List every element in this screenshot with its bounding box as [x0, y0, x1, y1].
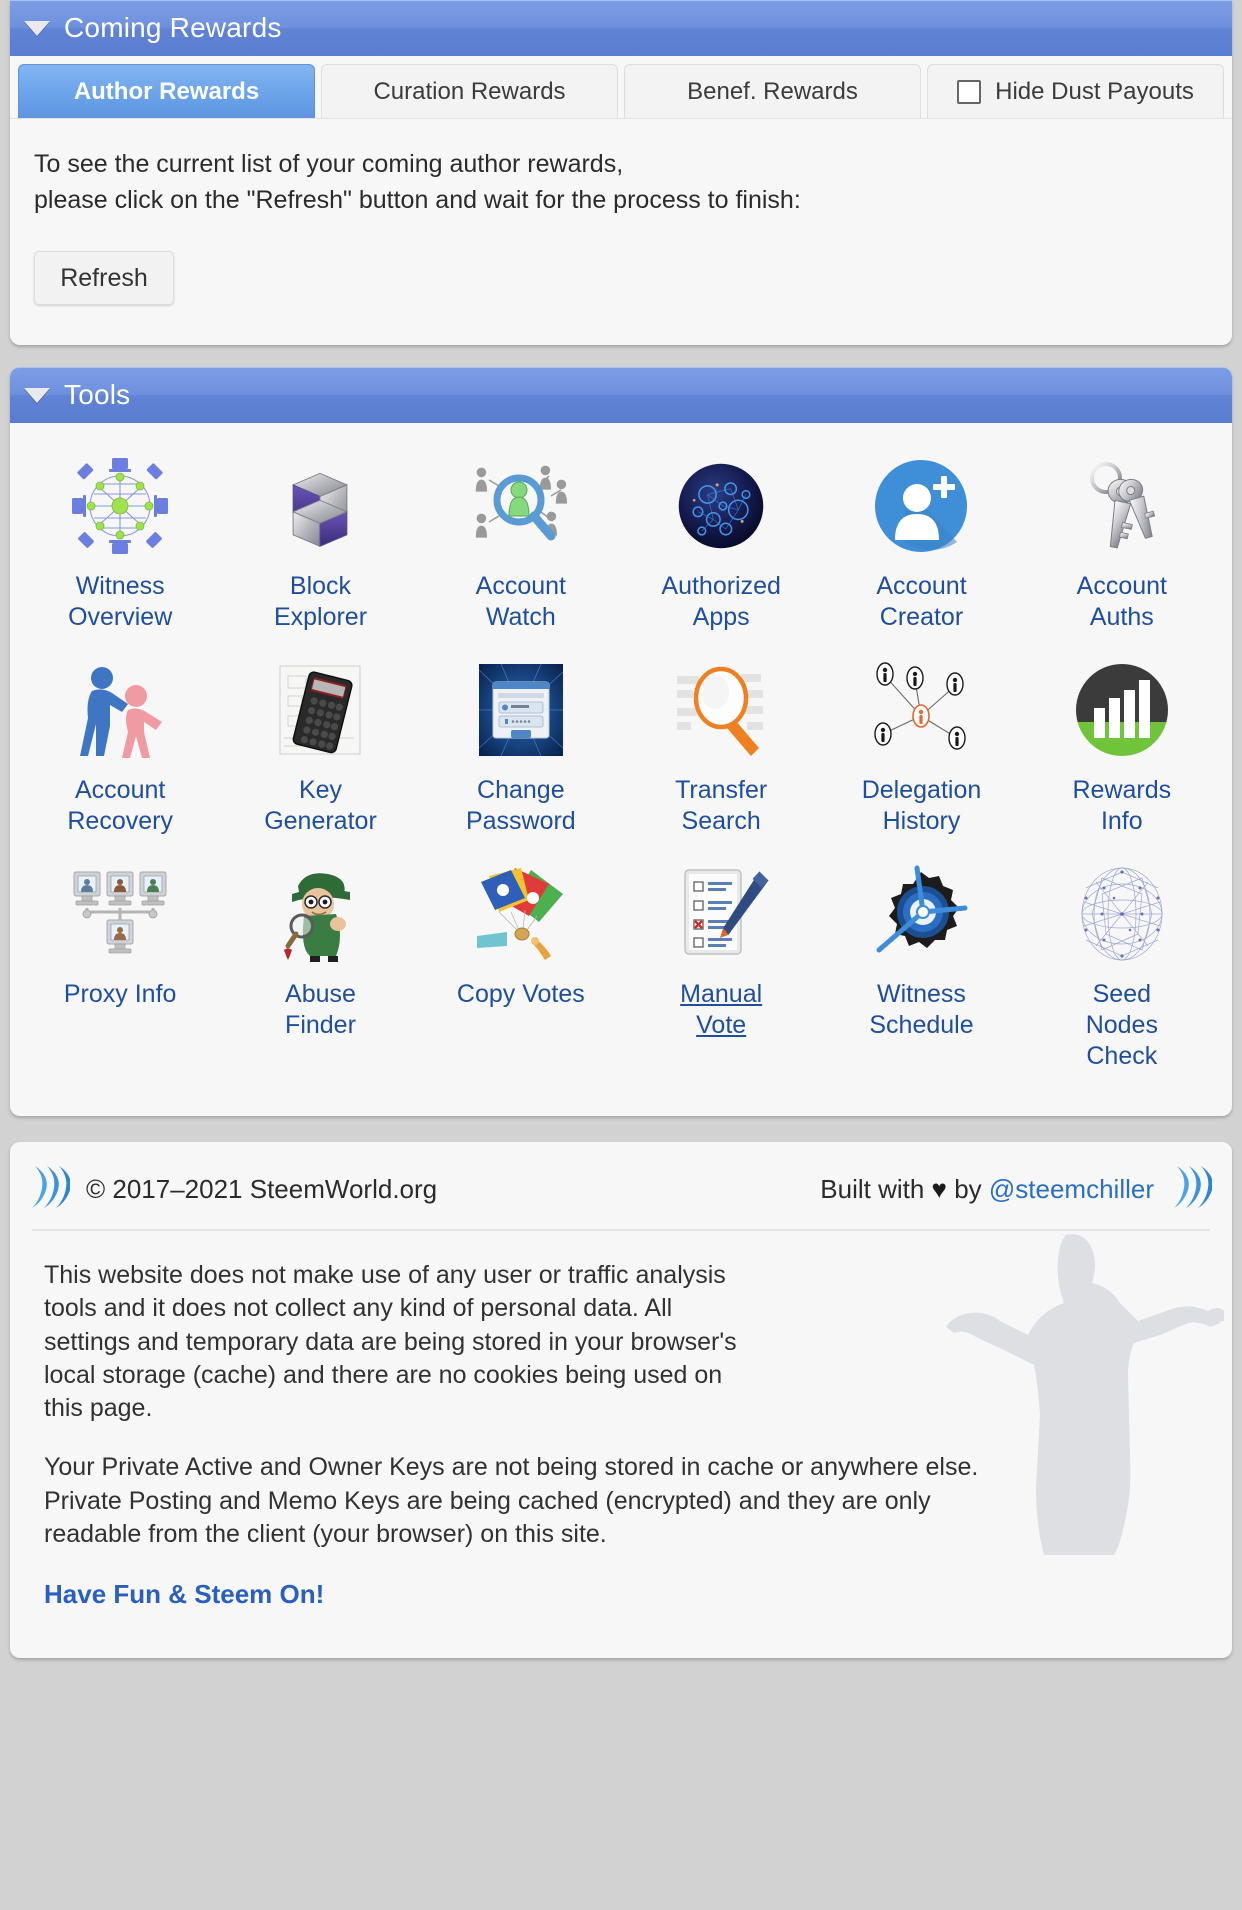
copyright-text: © 2017–2021 SteemWorld.org	[86, 1174, 438, 1204]
tools-header[interactable]: Tools	[10, 367, 1232, 423]
heart-icon: ♥	[931, 1174, 947, 1204]
tool-account-auths[interactable]: Account Auths	[1022, 449, 1222, 641]
sign-off-text: Have Fun & Steem On!	[44, 1579, 325, 1609]
tool-label: Proxy Info	[63, 980, 177, 1008]
tool-label: Block Explorer	[273, 572, 368, 631]
built-with-text: Built with ♥ by @steemchiller	[820, 1174, 1154, 1205]
tool-label: Account Auths	[1076, 572, 1167, 631]
built-mid: by	[946, 1174, 989, 1204]
tool-account-watch[interactable]: Account Watch	[421, 449, 621, 641]
footer-panel: © 2017–2021 SteemWorld.org Built with ♥ …	[10, 1142, 1232, 1658]
steem-logo-icon	[30, 1164, 71, 1215]
calculator-icon	[267, 657, 373, 763]
magnifier-docs-icon	[668, 657, 774, 763]
tab-author-rewards[interactable]: Author Rewards	[18, 64, 315, 118]
tool-label: Abuse Finder	[285, 980, 356, 1039]
keys-icon	[1069, 453, 1175, 559]
tab-hide-dust-payouts[interactable]: Hide Dust Payouts	[927, 64, 1224, 118]
tool-label: Key Generator	[264, 776, 377, 835]
blocks-cube-icon	[267, 453, 373, 559]
tool-copy-votes[interactable]: Copy Votes	[421, 857, 621, 1080]
rewards-tabbar: Author Rewards Curation Rewards Benef. R…	[10, 56, 1232, 118]
tab-hide-dust-payouts-label: Hide Dust Payouts	[995, 77, 1194, 105]
tool-label: Account Recovery	[67, 776, 173, 835]
tool-witness-schedule[interactable]: Witness Schedule	[821, 857, 1021, 1080]
tab-curation-rewards[interactable]: Curation Rewards	[321, 64, 618, 118]
helping-hands-icon	[67, 657, 173, 763]
network-mesh-icon	[67, 453, 173, 559]
bar-chart-circle-icon	[1069, 657, 1175, 763]
tool-proxy-info[interactable]: Proxy Info	[20, 857, 220, 1080]
tab-benef-rewards[interactable]: Benef. Rewards	[624, 64, 921, 118]
globe-network-icon	[668, 453, 774, 559]
tool-label: Account Creator	[876, 572, 967, 631]
tool-seed-nodes-check[interactable]: Seed Nodes Check	[1022, 857, 1222, 1080]
tool-label: Seed Nodes Check	[1085, 980, 1158, 1070]
tool-change-password[interactable]: Change Password	[421, 653, 621, 845]
tool-abuse-finder[interactable]: Abuse Finder	[220, 857, 420, 1080]
tool-label: Change Password	[465, 776, 576, 835]
login-form-icon	[468, 657, 574, 763]
author-rewards-body: To see the current list of your coming a…	[10, 118, 1232, 345]
author-link[interactable]: @steemchiller	[989, 1174, 1154, 1204]
tool-rewards-info[interactable]: Rewards Info	[1022, 653, 1222, 845]
tools-panel: Tools Witness Overview Block Explorer Ac…	[10, 367, 1232, 1116]
tool-label: Transfer Search	[675, 776, 768, 835]
tool-manual-vote[interactable]: Manual Vote	[621, 857, 821, 1080]
tool-label: Copy Votes	[456, 980, 585, 1008]
tool-witness-overview[interactable]: Witness Overview	[20, 449, 220, 641]
built-prefix: Built with	[820, 1174, 932, 1204]
tool-label: Delegation History	[861, 776, 982, 835]
tool-label: Account Watch	[475, 572, 566, 631]
tool-transfer-search[interactable]: Transfer Search	[621, 653, 821, 845]
tool-label: Rewards Info	[1072, 776, 1172, 835]
tool-label: Witness Overview	[68, 572, 173, 631]
refresh-button[interactable]: Refresh	[34, 251, 174, 305]
tool-label: Authorized Apps	[661, 572, 781, 631]
checkbox-icon[interactable]	[957, 79, 982, 104]
tool-label: Witness Schedule	[869, 980, 974, 1039]
privacy-paragraph-1: This website does not make use of any us…	[44, 1261, 737, 1422]
tab-author-rewards-label: Author Rewards	[73, 77, 260, 105]
tools-grid: Witness Overview Block Explorer Account …	[10, 423, 1232, 1116]
triangle-down-icon[interactable]	[24, 20, 50, 36]
footer-body: This website does not make use of any us…	[10, 1231, 1232, 1658]
tab-benef-rewards-label: Benef. Rewards	[687, 77, 858, 105]
tab-curation-rewards-label: Curation Rewards	[373, 77, 566, 105]
tool-account-recovery[interactable]: Account Recovery	[20, 653, 220, 845]
tool-label: Manual Vote	[680, 980, 763, 1039]
people-magnifier-icon	[468, 453, 574, 559]
tool-key-generator[interactable]: Key Generator	[220, 653, 420, 845]
delegation-graph-icon	[868, 657, 974, 763]
detective-icon	[267, 861, 373, 967]
coming-rewards-title: Coming Rewards	[64, 12, 282, 43]
privacy-paragraph-2: Your Private Active and Owner Keys are n…	[44, 1453, 979, 1548]
proxy-screens-icon	[67, 861, 173, 967]
tool-delegation-history[interactable]: Delegation History	[821, 653, 1021, 845]
footer-top-bar: © 2017–2021 SteemWorld.org Built with ♥ …	[10, 1142, 1232, 1229]
tool-authorized-apps[interactable]: Authorized Apps	[621, 449, 821, 641]
steem-logo-icon	[1172, 1164, 1213, 1215]
vote-cards-icon	[468, 861, 574, 967]
tool-block-explorer[interactable]: Block Explorer	[220, 449, 420, 641]
tool-account-creator[interactable]: Account Creator	[821, 449, 1021, 641]
coming-rewards-panel: Coming Rewards Author Rewards Curation R…	[10, 0, 1232, 345]
instruction-line-2: please click on the "Refresh" button and…	[34, 186, 801, 214]
user-plus-circle-icon	[868, 453, 974, 559]
coming-rewards-header[interactable]: Coming Rewards	[10, 0, 1232, 56]
triangle-down-icon[interactable]	[24, 387, 50, 403]
instruction-line-1: To see the current list of your coming a…	[34, 150, 624, 178]
checklist-pen-icon	[668, 861, 774, 967]
tools-title: Tools	[64, 379, 131, 410]
gear-compass-icon	[868, 861, 974, 967]
wire-globe-icon	[1069, 861, 1175, 967]
